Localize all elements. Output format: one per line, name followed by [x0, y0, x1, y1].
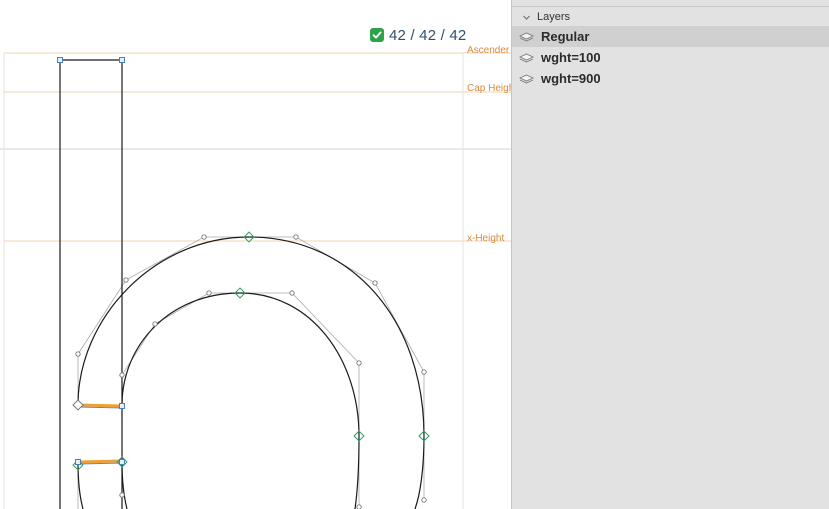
- handle-lines: [77, 236, 425, 509]
- selected-segments[interactable]: [78, 403, 123, 465]
- corner-points[interactable]: [57, 57, 125, 465]
- layer-label: Regular: [541, 29, 590, 44]
- glyph-outline-view[interactable]: [0, 0, 511, 509]
- chevron-down-icon[interactable]: [522, 13, 531, 22]
- panel-divider: [512, 6, 829, 7]
- layers-title: Layers: [537, 11, 571, 23]
- layer-label: wght=900: [541, 71, 601, 86]
- layer-list: Regular wght=100 wght=900: [512, 26, 829, 89]
- off-curve-points[interactable]: [75, 234, 427, 509]
- glyph-editor-canvas[interactable]: 42 / 42 / 42 Ascender Cap Height x-Heigh…: [0, 0, 511, 509]
- x-height-label: x-Height: [467, 233, 505, 244]
- layers-section-header[interactable]: Layers: [522, 9, 570, 25]
- layers-icon: [519, 74, 534, 83]
- layers-icon: [519, 53, 534, 62]
- check-icon: [370, 28, 384, 42]
- layers-icon: [519, 32, 534, 41]
- compatibility-text: 42 / 42 / 42: [389, 26, 467, 44]
- compatibility-indicator: 42 / 42 / 42: [370, 26, 466, 44]
- start-point-marker[interactable]: [72, 399, 84, 411]
- glyph-outlines: [59, 59, 425, 509]
- cap-height-label: Cap Height: [467, 83, 511, 94]
- smooth-points[interactable]: [72, 231, 430, 471]
- ascender-label: Ascender: [467, 45, 510, 56]
- layers-panel: Layers Regular wght=100 wght=900: [511, 0, 829, 509]
- layer-item-wght-100[interactable]: wght=100: [512, 47, 829, 68]
- layer-label: wght=100: [541, 50, 601, 65]
- layer-item-regular[interactable]: Regular: [512, 26, 829, 47]
- layer-item-wght-900[interactable]: wght=900: [512, 68, 829, 89]
